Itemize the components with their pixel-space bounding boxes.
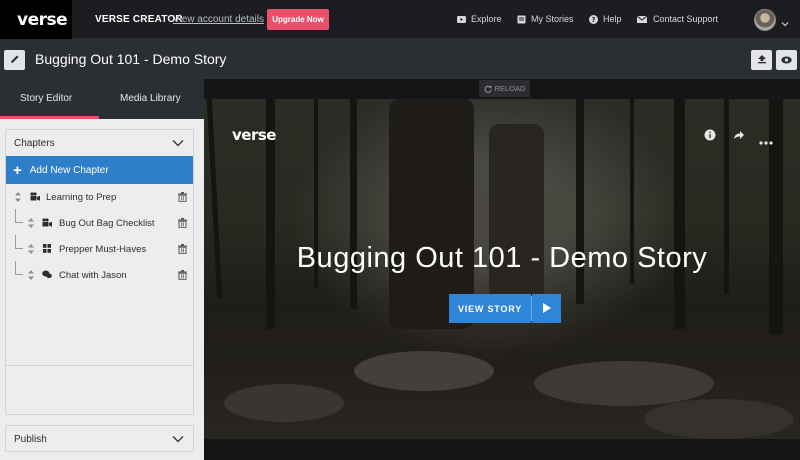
sidebar-tabs: Story Editor Media Library (0, 79, 204, 119)
user-avatar[interactable] (754, 9, 776, 31)
reload-label: RELOAD (494, 84, 526, 93)
upload-icon (757, 51, 767, 69)
sidebar: Story Editor Media Library Chapters + Ad… (0, 79, 204, 460)
view-story-button[interactable]: VIEW STORY (449, 294, 531, 323)
add-new-chapter-button[interactable]: + Add New Chapter (6, 156, 193, 184)
publish-panel[interactable]: Publish (5, 425, 194, 452)
info-icon[interactable] (704, 128, 716, 146)
chapter-label: Learning to Prep (46, 192, 117, 203)
chapter-label: Bug Out Bag Checklist (59, 218, 155, 229)
tab-media-library[interactable]: Media Library (120, 93, 181, 104)
nav-explore-label: Explore (471, 14, 502, 24)
story-hero-title: Bugging Out 101 - Demo Story (296, 242, 708, 274)
chapter-item[interactable]: Chat with Jason (6, 261, 193, 288)
play-icon (457, 15, 466, 24)
pencil-icon (10, 51, 20, 69)
story-logo: verse (232, 126, 276, 144)
drag-handle-icon[interactable] (28, 244, 34, 254)
chapter-label: Prepper Must-Haves (59, 244, 147, 255)
preview-bottom-bar (204, 439, 800, 460)
tab-story-editor[interactable]: Story Editor (20, 93, 72, 104)
nav-contact-support[interactable]: Contact Support (636, 14, 719, 24)
chapters-panel: Chapters + Add New Chapter Learning to P… (5, 129, 194, 415)
edit-title-button[interactable] (4, 50, 25, 70)
drag-handle-icon[interactable] (28, 218, 34, 228)
trash-icon[interactable] (178, 244, 187, 255)
chapter-item[interactable]: Prepper Must-Haves (6, 235, 193, 262)
video-icon (30, 192, 40, 201)
tree-connector (15, 235, 23, 249)
drag-handle-icon[interactable] (28, 270, 34, 280)
publish-panel-header[interactable]: Publish (6, 426, 193, 452)
chevron-down-icon (172, 138, 184, 148)
story-title: Bugging Out 101 - Demo Story (35, 51, 227, 67)
chevron-down-icon (172, 434, 184, 444)
add-new-chapter-label: Add New Chapter (29, 164, 109, 176)
refresh-icon (484, 85, 492, 93)
nav-help[interactable]: ? Help (589, 14, 622, 24)
share-icon[interactable] (733, 128, 745, 146)
trash-icon[interactable] (178, 270, 187, 281)
eye-icon (781, 51, 792, 69)
drag-handle-icon[interactable] (15, 192, 21, 202)
chapter-item[interactable]: Learning to Prep (6, 184, 193, 210)
account-details-link[interactable]: View account details (173, 14, 264, 25)
upgrade-button[interactable]: Upgrade Now (267, 9, 329, 30)
nav-explore[interactable]: Explore (457, 14, 502, 24)
more-options-icon[interactable] (759, 132, 773, 150)
video-icon (42, 218, 52, 227)
publish-title: Publish (14, 433, 47, 445)
trash-icon[interactable] (178, 218, 187, 229)
tree-connector (15, 209, 23, 223)
reload-button[interactable]: RELOAD (479, 80, 530, 97)
chapter-label: Chat with Jason (59, 270, 127, 281)
mail-icon (636, 15, 648, 24)
svg-text:?: ? (591, 16, 595, 24)
chapter-item[interactable]: Bug Out Bag Checklist (6, 209, 193, 236)
stories-icon (517, 15, 526, 24)
plus-icon: + (13, 161, 22, 179)
preview-button[interactable] (776, 50, 797, 70)
nav-help-label: Help (603, 14, 622, 24)
play-icon (542, 300, 551, 318)
trash-icon[interactable] (178, 192, 187, 203)
nav-my-stories-label: My Stories (531, 14, 574, 24)
button-divider (531, 296, 532, 321)
nav-contact-support-label: Contact Support (653, 14, 719, 24)
nav-my-stories[interactable]: My Stories (517, 14, 574, 24)
verse-logo[interactable]: verse (0, 0, 72, 39)
tree-connector (15, 261, 23, 275)
chapters-title: Chapters (14, 137, 55, 149)
brand-label: VERSE CREATOR (95, 14, 183, 25)
active-tab-indicator (0, 116, 99, 119)
chat-icon (42, 270, 52, 279)
view-story-play-button[interactable] (532, 294, 561, 323)
grid-icon (42, 244, 52, 253)
chapters-panel-header[interactable]: Chapters (6, 130, 193, 156)
help-icon: ? (589, 14, 598, 24)
publish-upload-button[interactable] (751, 50, 772, 70)
chevron-down-icon[interactable] (781, 15, 789, 27)
divider (6, 365, 193, 366)
